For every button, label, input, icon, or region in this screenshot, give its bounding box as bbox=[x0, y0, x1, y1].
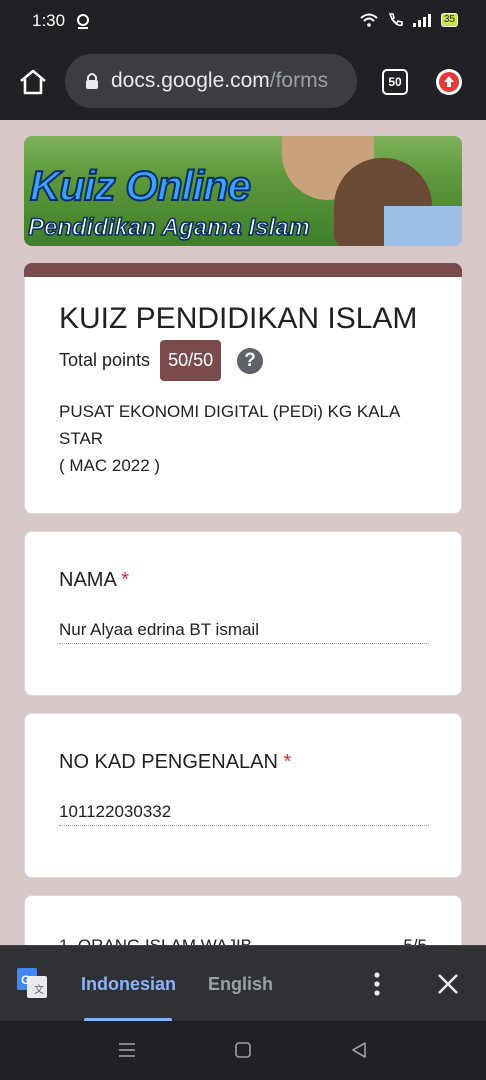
question-card-ic-number: NO KAD PENGENALAN * 101122030332 bbox=[24, 713, 462, 878]
recent-apps-icon[interactable] bbox=[118, 1041, 136, 1059]
volte-call-icon bbox=[388, 13, 403, 27]
translate-bar: G 文 Indonesian English bbox=[0, 945, 486, 1022]
home-icon[interactable] bbox=[18, 68, 48, 96]
form-title: KUIZ PENDIDIKAN ISLAM bbox=[59, 302, 418, 335]
question-title-text: NO KAD PENGENALAN bbox=[59, 751, 278, 773]
home-nav-icon[interactable] bbox=[234, 1041, 252, 1059]
form-description: PUSAT EKONOMI DIGITAL (PEDi) KG KALA STA… bbox=[59, 402, 401, 475]
question-title-text: NAMA bbox=[59, 569, 116, 591]
status-bar: 1:30 35 bbox=[0, 0, 486, 42]
required-marker: * bbox=[121, 569, 130, 591]
wifi-icon bbox=[360, 13, 378, 27]
card-accent-bar bbox=[24, 263, 462, 277]
banner-subtitle: Pendidikan Agama Islam bbox=[27, 213, 310, 242]
status-icons: 35 bbox=[360, 12, 458, 28]
question-title: NAMA * bbox=[59, 569, 129, 592]
battery-icon: 35 bbox=[440, 13, 458, 27]
question-title: NO KAD PENGENALAN * bbox=[59, 751, 291, 774]
banner-title: Kuiz Online bbox=[29, 161, 252, 210]
total-points-row: Total points 50/50 ? bbox=[59, 340, 264, 381]
language-tab-english[interactable]: English bbox=[208, 974, 273, 995]
language-tab-indonesian[interactable]: Indonesian bbox=[81, 974, 176, 995]
update-arrow-icon bbox=[439, 72, 459, 92]
form-header-card: KUIZ PENDIDIKAN ISLAM Total points 50/50… bbox=[24, 263, 462, 514]
answer-text: 101122030332 bbox=[59, 802, 429, 826]
google-translate-icon[interactable]: G 文 bbox=[17, 968, 47, 998]
header-banner-image: Kuiz Online Pendidikan Agama Islam bbox=[24, 136, 462, 246]
system-navigation-bar bbox=[0, 1021, 486, 1080]
banner-shirt-shape bbox=[384, 206, 462, 246]
required-marker: * bbox=[283, 751, 292, 773]
total-points-label: Total points bbox=[59, 350, 151, 370]
question-card-nama: NAMA * Nur Alyaa edrina BT ismail bbox=[24, 531, 462, 696]
status-time: 1:30 bbox=[32, 11, 66, 30]
more-options-icon[interactable] bbox=[372, 972, 382, 996]
help-icon[interactable]: ? bbox=[237, 347, 264, 374]
svg-text:G: G bbox=[21, 973, 30, 987]
lock-icon bbox=[86, 73, 98, 89]
update-button[interactable] bbox=[436, 69, 462, 95]
score-badge: 50/50 bbox=[160, 340, 222, 381]
address-bar[interactable]: docs.google.com /forms bbox=[65, 54, 357, 108]
answer-text: Nur Alyaa edrina BT ismail bbox=[59, 620, 429, 644]
back-icon[interactable] bbox=[350, 1041, 368, 1059]
signal-icon bbox=[412, 14, 431, 27]
notification-icon bbox=[77, 14, 89, 29]
url-host: docs.google.com bbox=[111, 69, 270, 92]
browser-toolbar: docs.google.com /forms 50 bbox=[0, 42, 486, 120]
close-icon[interactable] bbox=[437, 973, 459, 995]
url-path: /forms bbox=[269, 69, 329, 92]
tab-switcher-button[interactable]: 50 bbox=[382, 69, 408, 95]
svg-text:文: 文 bbox=[34, 983, 44, 996]
